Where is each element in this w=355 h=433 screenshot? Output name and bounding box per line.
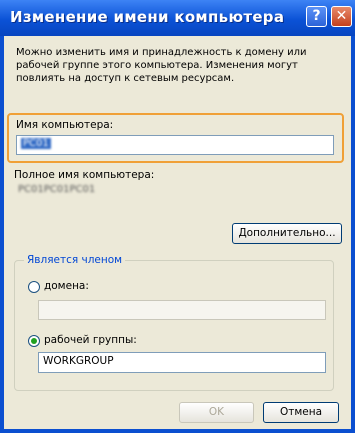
domain-input[interactable] [38,300,326,320]
workgroup-radio[interactable] [28,335,40,347]
domain-label: домена: [44,280,89,292]
full-name-label: Полное имя компьютера: [14,169,155,181]
advanced-button[interactable]: Дополнительно... [232,223,342,244]
workgroup-input[interactable]: WORKGROUP [38,352,326,373]
computer-name-group: Имя компьютера: PC01 [7,113,344,163]
dialog-title: Изменение имени компьютера [10,8,285,26]
computer-name-label: Имя компьютера: [16,119,114,131]
ok-button[interactable]: OK [179,402,254,423]
help-button[interactable]: ? [306,6,327,27]
computer-name-input[interactable]: PC01 [16,135,334,155]
close-button[interactable]: ✕ [331,6,352,27]
dialog-body: Можно изменить имя и принадлежность к до… [4,36,351,429]
description-text: Можно изменить имя и принадлежность к до… [16,47,307,84]
title-bar[interactable]: Изменение имени компьютера ? ✕ [0,0,355,36]
full-name-value: PC01PC01PC01 [18,184,96,195]
computer-name-value: PC01 [21,138,51,149]
cancel-button[interactable]: Отмена [263,402,339,423]
member-of-legend: Является членом [24,254,126,266]
workgroup-label: рабочей группы: [44,334,137,346]
domain-radio[interactable] [28,281,40,293]
computer-name-dialog: Изменение имени компьютера ? ✕ Можно изм… [0,0,355,433]
